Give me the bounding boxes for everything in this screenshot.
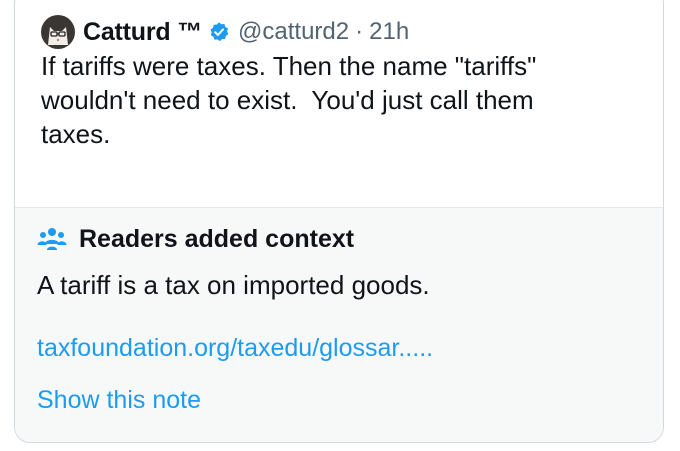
tweet-text: If tariffs were taxes. Then the name "ta…: [41, 51, 537, 149]
community-note-header: Readers added context: [37, 224, 354, 254]
people-icon: [37, 228, 67, 250]
dot-separator: ·: [355, 18, 364, 45]
tweet-header: Catturd ™ @catturd2 · 21h: [41, 15, 409, 49]
show-note-link[interactable]: Show this note: [37, 386, 201, 415]
community-note-link[interactable]: taxfoundation.org/taxedu/glossar.....: [37, 334, 433, 363]
community-note-title: Readers added context: [79, 224, 355, 253]
community-note-text: A tariff is a tax on imported goods.: [37, 270, 430, 300]
timestamp[interactable]: 21h: [369, 18, 409, 46]
tweet-card[interactable]: Catturd ™ @catturd2 · 21h If tariffs wer…: [14, 0, 664, 443]
author-handle[interactable]: @catturd2: [238, 18, 349, 46]
community-note: Readers added context A tariff is a tax …: [15, 207, 663, 442]
cat-avatar-icon: [41, 15, 75, 49]
author-name[interactable]: Catturd ™: [83, 18, 202, 47]
tweet-body: Catturd ™ @catturd2 · 21h If tariffs wer…: [15, 0, 663, 207]
verified-badge-icon: [210, 22, 229, 42]
avatar[interactable]: [41, 15, 75, 49]
